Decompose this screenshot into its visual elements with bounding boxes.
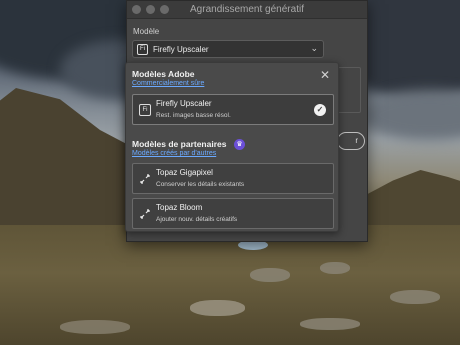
chevron-down-icon: ⌄ [310,43,318,53]
crown-icon: ♛ [234,139,245,150]
model-option-topaz-gigapixel[interactable]: Topaz Gigapixel Conserver les détails ex… [132,163,334,194]
firefly-icon: Fi [139,104,151,116]
adobe-models-title: Modèles Adobe [132,69,195,79]
model-option-firefly-upscaler[interactable]: Fi Firefly Upscaler Rest. images basse r… [132,94,334,125]
model-picker-popover: Modèles Adobe ✕ Commercialement sûre Fi … [125,62,339,232]
rock [60,320,130,334]
obscured-button[interactable]: r [337,132,365,150]
cloud [360,90,460,140]
model-name: Topaz Bloom [156,203,203,212]
model-dropdown[interactable]: Fi Firefly Upscaler ⌄ [132,40,324,58]
model-description: Rest. images basse résol. [156,112,231,119]
model-description: Conserver les détails existants [156,181,245,188]
upscale-arrows-icon [140,209,150,219]
rock [390,290,440,304]
rock [300,318,360,330]
partner-models-title: Modèles de partenaires [132,139,227,149]
firefly-icon: Fi [137,43,148,55]
rock [250,268,290,282]
model-label: Modèle [133,27,160,36]
title-bar: Agrandissement génératif [127,1,367,19]
upscale-arrows-icon [140,174,150,184]
partner-models-link[interactable]: Modèles créés par d'autres [132,150,216,157]
checkmark-icon: ✓ [314,104,326,116]
rock [320,262,350,274]
close-icon[interactable]: ✕ [319,69,331,81]
commercially-safe-link[interactable]: Commercialement sûre [132,80,204,87]
window-title: Agrandissement génératif [190,4,304,15]
model-name: Firefly Upscaler [156,99,212,108]
model-name: Topaz Gigapixel [156,168,213,177]
model-option-topaz-bloom[interactable]: Topaz Bloom Ajouter nouv. détails créati… [132,198,334,229]
rock [190,300,245,316]
model-dropdown-value: Firefly Upscaler [153,44,209,54]
model-description: Ajouter nouv. détails créatifs [156,216,238,223]
